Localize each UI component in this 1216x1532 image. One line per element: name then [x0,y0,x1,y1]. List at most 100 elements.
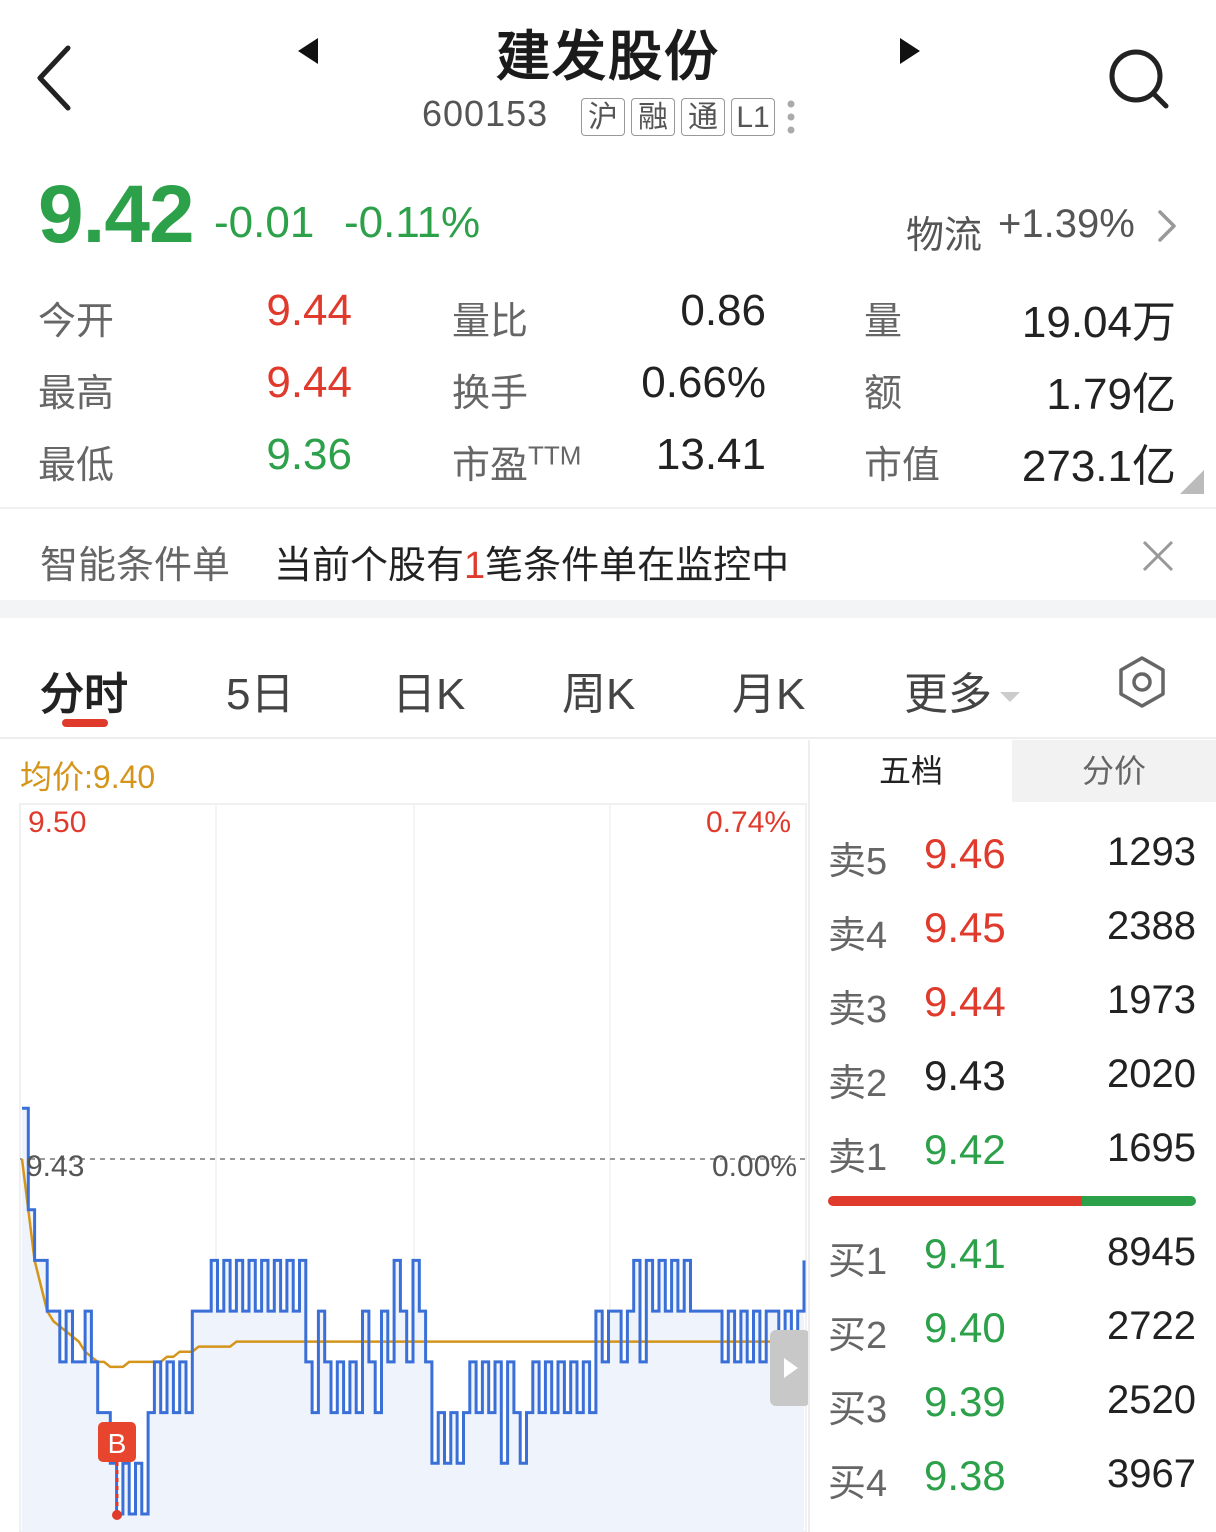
pe-label-text: 市盈 [452,445,529,487]
search-button[interactable] [1104,44,1176,116]
ask-label: 卖5 [828,841,888,883]
tab-price-distribution[interactable]: 分价 [1012,740,1216,802]
open-label: 今开 [38,301,115,343]
ask-label: 卖4 [828,915,888,957]
high-label: 最高 [38,373,115,415]
notice-label: 智能条件单 [40,545,231,587]
turnover-value: 0.66% [641,358,766,407]
volume-label: 量 [864,301,903,343]
amount-label: 额 [864,373,903,415]
amount-value: 1.79亿 [1046,370,1176,419]
bid-label: 买3 [828,1389,888,1431]
ask-label: 卖1 [828,1137,888,1179]
bid-volume: 2722 [1107,1304,1196,1348]
expand-stats-button[interactable] [1180,470,1204,494]
ask-volume: 1973 [1107,978,1196,1022]
bid-price[interactable]: 9.40 [924,1304,1006,1352]
tab-daily-k[interactable]: 日K [392,658,465,722]
pe-label-sup: TTM [528,440,582,471]
low-value: 9.36 [266,430,352,479]
mktcap-value: 273.1亿 [1021,442,1176,491]
prev-close-pct-label: 0.00% [712,1150,798,1183]
tag-tong[interactable]: 通 [681,98,725,136]
bid-volume: 8945 [1107,1230,1196,1274]
chart-settings-button[interactable] [1114,654,1170,710]
tab-five-levels[interactable]: 五档 [810,740,1012,802]
divider [0,507,1216,509]
tag-rong[interactable]: 融 [631,98,675,136]
bid-price[interactable]: 9.39 [924,1378,1006,1426]
notice-text-after: 笔条件单在监控中 [485,545,790,587]
close-icon [1142,540,1174,572]
back-button[interactable] [30,40,90,120]
tab-weekly-k[interactable]: 周K [562,658,635,722]
ask-label: 卖3 [828,989,888,1031]
prev-stock-button[interactable] [292,32,328,72]
tag-level[interactable]: L1 [731,98,775,136]
ask-price[interactable]: 9.46 [924,830,1006,878]
vol-ratio-value: 0.86 [680,286,766,335]
prev-close-label: 9.43 [26,1150,85,1183]
tab-more-label: 更多 [904,670,992,719]
tab-more[interactable]: 更多 [904,658,1022,722]
buy-ratio-bar [1081,1196,1196,1206]
y-axis-max-label: 9.50 [28,806,87,839]
bid-price[interactable]: 9.41 [924,1230,1006,1278]
tab-monthly-k[interactable]: 月K [732,658,805,722]
corner-triangle-icon [1180,470,1204,494]
ask-price[interactable]: 9.42 [924,1126,1006,1174]
avg-price-label: 均价:9.40 [20,759,156,795]
volume-value: 19.04万 [1021,298,1176,347]
bid-price[interactable]: 9.38 [924,1452,1006,1500]
tab-intraday[interactable]: 分时 [40,658,128,722]
divider [808,740,810,1532]
ask-price[interactable]: 9.45 [924,904,1006,952]
hexagon-settings-icon [1119,656,1165,708]
pe-value: 13.41 [655,430,766,479]
ask-volume: 1695 [1107,1126,1196,1170]
sector-link[interactable] [1152,204,1182,248]
price-change-pct: -0.11% [344,198,481,247]
sector-change[interactable]: +1.39% [998,202,1135,247]
active-tab-indicator [62,719,108,727]
search-icon [1109,49,1169,109]
notice-text-before: 当前个股有 [274,545,465,587]
y-axis-max-pct-label: 0.74% [706,806,792,839]
prev-stock-icon [298,38,318,64]
notice-text[interactable]: 当前个股有1笔条件单在监控中 [274,534,789,589]
mktcap-label: 市值 [864,445,941,487]
notice-count: 1 [464,545,486,587]
back-arrow-icon [37,45,71,111]
turnover-label: 换手 [452,373,529,415]
more-tags-button[interactable] [784,98,798,138]
tab-5day[interactable]: 5日 [226,658,294,722]
bid-volume: 2520 [1107,1378,1196,1422]
pe-label: 市盈TTM [452,434,581,489]
more-dots-icon [787,100,795,134]
buy-marker-dot [112,1510,122,1520]
ask-price[interactable]: 9.44 [924,978,1006,1026]
play-arrow-icon [770,1330,810,1406]
tag-hu[interactable]: 沪 [581,98,625,136]
section-gap [0,600,1216,618]
ask-label: 卖2 [828,1063,888,1105]
stock-name: 建发股份 [496,27,720,87]
chart-expand-button[interactable] [770,1330,810,1406]
bid-volume: 3967 [1107,1452,1196,1496]
buy-marker-label: B [108,1428,127,1459]
ask-volume: 2020 [1107,1052,1196,1096]
caret-down-icon [1000,692,1020,703]
ask-price[interactable]: 9.43 [924,1052,1006,1100]
next-stock-button[interactable] [890,32,926,72]
low-label: 最低 [38,445,115,487]
intraday-chart[interactable]: B [0,740,810,1532]
next-stock-icon [900,38,920,64]
stock-code: 600153 [422,93,549,134]
ask-volume: 1293 [1107,830,1196,874]
notice-close-button[interactable] [1136,534,1180,578]
sector-name[interactable]: 物流 [906,204,982,259]
current-price: 9.42 [38,169,195,260]
open-value: 9.44 [266,286,352,335]
chevron-right-icon [1158,210,1176,242]
high-value: 9.44 [266,358,352,407]
